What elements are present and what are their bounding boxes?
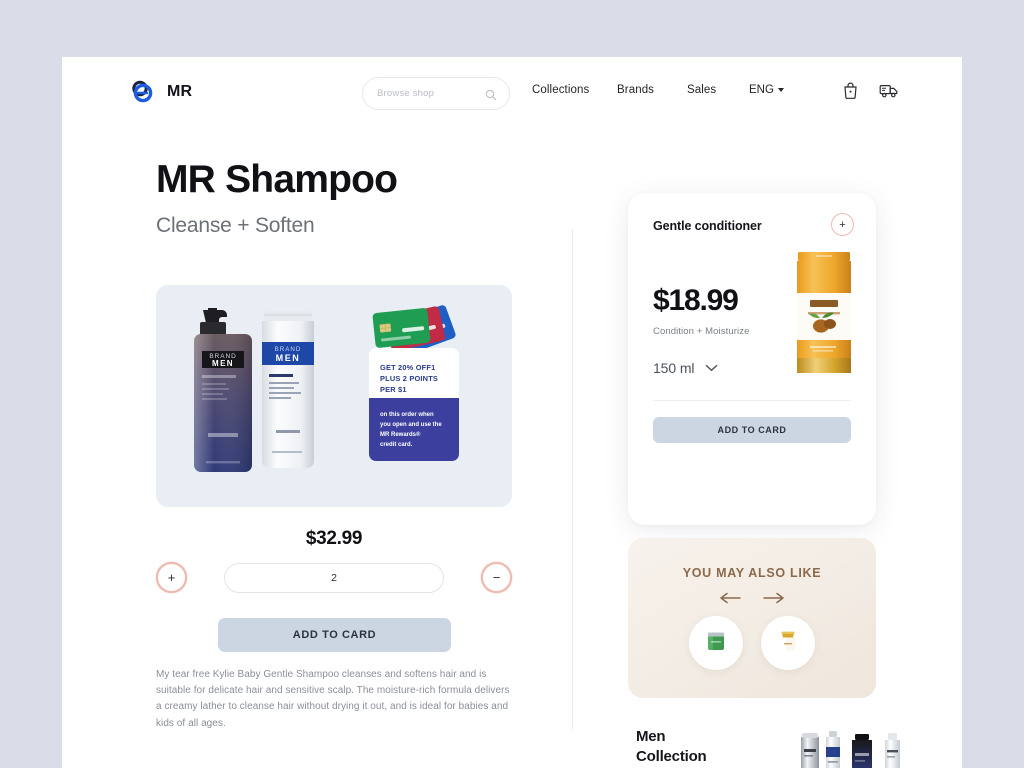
search-placeholder: Browse shop [377,88,435,99]
conditioner-subtitle: Condition + Moisturize [653,326,750,337]
conditioner-size-select[interactable]: 150 ml [653,359,718,377]
quantity-input[interactable]: 2 [224,562,444,593]
conditioner-title: Gentle conditioner [653,219,762,233]
main-navigation: Collections Brands Sales ENG [532,84,784,96]
add-to-cart-button[interactable]: ADD TO CARD [218,618,451,652]
product-heading-block: MR Shampoo Cleanse + Soften [156,158,516,238]
plus-icon: + [839,218,846,231]
increase-quantity-button[interactable]: + [156,562,187,593]
language-selector[interactable]: ENG [749,84,784,96]
page-title: MR Shampoo [156,158,398,201]
conditioner-tube: BRAND MEN [262,311,314,468]
svg-text:MR Rewards®: MR Rewards® [380,431,421,438]
column-divider [572,229,573,729]
delivery-truck-icon[interactable] [879,81,899,104]
brand-name: MR [167,83,193,100]
svg-text:BRAND: BRAND [275,346,302,353]
svg-text:PLUS 2 POINTS: PLUS 2 POINTS [380,374,438,383]
arrow-left-icon[interactable] [718,590,742,606]
svg-text:MEN: MEN [276,353,301,363]
green-cream-jar-icon [701,626,731,661]
page-root: MR Browse shop Collections Brands Sales … [0,0,1024,768]
header-action-icons [842,81,899,104]
search-input[interactable]: Browse shop [362,77,510,110]
decrease-quantity-button[interactable]: − [481,562,512,593]
svg-text:GET 20% OFF1: GET 20% OFF1 [380,363,435,372]
promo-card: GET 20% OFF1 PLUS 2 POINTS PER $1 on thi… [369,348,459,461]
language-label: ENG [749,84,774,96]
app-window: MR Browse shop Collections Brands Sales … [62,57,962,768]
svg-text:PER $1: PER $1 [380,385,407,394]
conditioner-product-image [788,248,860,383]
conditioner-add-to-cart-button[interactable]: ADD TO CARD [653,417,851,443]
product-price: $32.99 [305,528,363,549]
men-collection-title-line2: Collection [636,748,707,766]
chevron-down-icon [777,88,784,92]
you-may-also-like-title: YOU MAY ALSO LIKE [682,566,822,580]
men-collection-banner[interactable]: Men Collection [636,727,936,768]
mr-rings-logo-icon [128,77,158,107]
arrow-right-icon[interactable] [762,590,786,606]
chevron-down-icon [705,359,718,377]
plus-icon: + [167,570,176,585]
svg-text:on this order when: on this order when [380,412,434,418]
product-hero-image: BRAND MEN BRAND MEN GET 20% OFF1 PLUS 2 … [156,285,512,507]
card-divider [653,400,851,401]
shopping-bag-icon[interactable] [842,81,859,104]
men-collection-title-line1: Men [636,728,666,745]
search-icon[interactable] [485,88,497,100]
shampoo-bottle: BRAND MEN [194,308,252,472]
quantity-stepper: + 2 − [156,562,512,593]
conditioner-card: Gentle conditioner + $18.99 Condition + … [628,193,876,525]
conditioner-price: $18.99 [653,284,739,317]
site-header: MR Browse shop Collections Brands Sales … [62,57,962,137]
gold-cream-jar-icon [773,626,803,661]
add-conditioner-button[interactable]: + [831,213,854,236]
product-description: My tear free Kylie Baby Gentle Shampoo c… [156,669,510,729]
minus-icon: − [492,570,501,585]
nav-item-sales[interactable]: Sales [687,84,749,96]
brand-logo[interactable]: MR [128,77,192,107]
carousel-arrows [628,590,876,606]
svg-text:you open and use the: you open and use the [380,422,442,428]
nav-item-brands[interactable]: Brands [617,84,687,96]
nav-item-collections[interactable]: Collections [532,84,617,96]
list-item[interactable] [761,616,815,670]
men-collection-products [796,729,946,768]
you-may-also-like-card: YOU MAY ALSO LIKE [628,538,876,698]
list-item[interactable] [689,616,743,670]
conditioner-size-label: 150 ml [653,360,695,376]
svg-text:MEN: MEN [212,359,234,368]
svg-text:credit card.: credit card. [380,442,413,448]
product-subtitle: Cleanse + Soften [156,213,315,237]
you-may-also-like-items [628,616,876,670]
